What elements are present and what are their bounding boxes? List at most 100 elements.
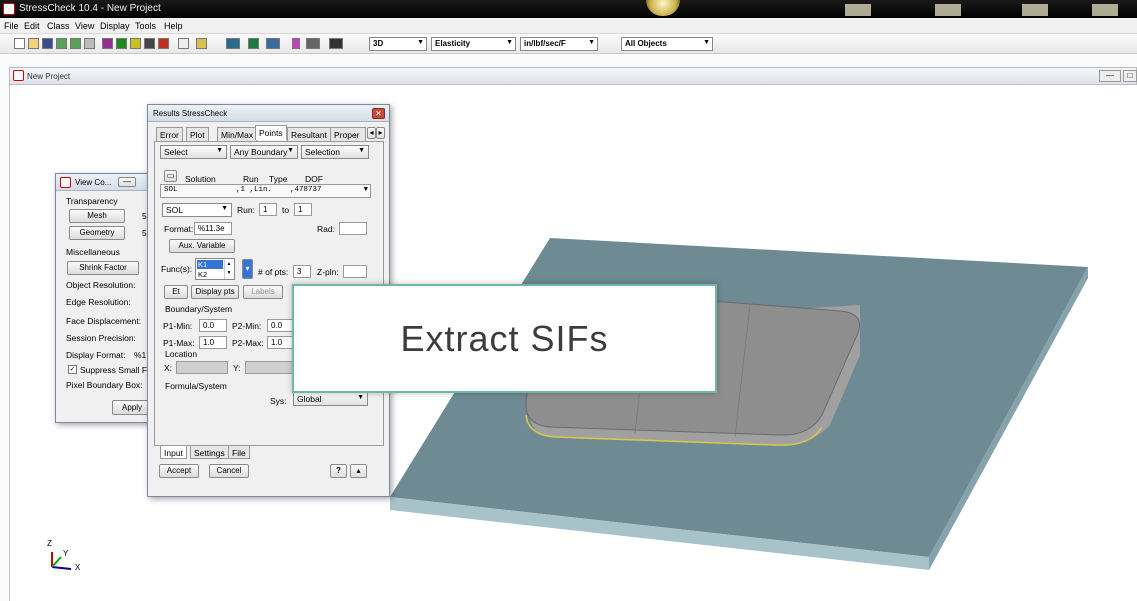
display-format-value[interactable]: %1 [134,350,146,360]
background-window-ghost [935,4,961,16]
p2max-field[interactable]: 1.0 [267,336,295,349]
view-controls-minimize[interactable]: — [118,177,136,187]
funcs-dropdown-button[interactable]: ▾ [242,259,253,279]
num-pts-label: # of pts: [258,267,288,277]
units-select[interactable]: in/lbf/sec/F▼ [520,37,598,51]
select-dropdown[interactable]: Select▼ [160,145,227,159]
sys-dropdown[interactable]: Global▼ [293,392,368,406]
plot-icon[interactable] [306,38,320,49]
objects-select[interactable]: All Objects▼ [621,37,713,51]
menu-display[interactable]: Display [100,21,130,31]
toolbar: 3D▼ Elasticity▼ in/lbf/sec/F▼ All Object… [0,34,1137,54]
p1max-field[interactable]: 1.0 [199,336,227,349]
background-window-ghost [1092,4,1118,16]
project-window-bar: New Project — □ [9,67,1137,85]
camera-icon[interactable] [329,38,343,49]
labels-button[interactable]: Labels [243,285,283,299]
tab-properties[interactable]: Proper [330,127,366,141]
help-bulb-icon[interactable] [196,38,207,49]
format-field[interactable]: %11.3e [194,222,232,235]
menu-class[interactable]: Class [47,21,70,31]
tab-min-max[interactable]: Min/Max [217,127,257,141]
num-pts-field[interactable]: 3 [293,265,311,278]
tab-settings-bottom[interactable]: Settings [190,446,229,459]
tab-plot[interactable]: Plot [186,127,209,141]
background-window-ghost [1022,4,1048,16]
edge-resolution-label: Edge Resolution: [66,297,131,307]
cancel-button[interactable]: Cancel [209,464,249,478]
import-icon[interactable] [56,38,67,49]
tab-scroll-right[interactable]: ▸ [376,127,385,139]
print-icon[interactable] [84,38,95,49]
view-mode-select[interactable]: 3D▼ [369,37,427,51]
apply-button[interactable]: Apply [112,400,152,415]
tab-points[interactable]: Points [255,125,287,140]
mesh-icon[interactable] [116,38,127,49]
menu-view[interactable]: View [75,21,94,31]
list-toggle-icon[interactable]: ▭ [164,170,177,182]
funcs-scrollbar[interactable]: ▲▼ [224,260,233,279]
model-icon[interactable] [102,38,113,49]
solution-list-row[interactable]: SOL ,1 ,Lin. ,478737▼ [160,184,371,198]
rad-field[interactable] [339,222,367,235]
pixel-boundary-label: Pixel Boundary Box: [66,380,143,390]
menu-help[interactable]: Help [164,21,183,31]
new-file-icon[interactable] [14,38,25,49]
mesh-button[interactable]: Mesh [69,209,125,223]
et-button[interactable]: Et [164,285,188,299]
results-close-button[interactable]: ✕ [372,108,385,119]
geometry-button[interactable]: Geometry [69,226,125,240]
col-type: Type [269,174,287,184]
suppress-small-checkbox[interactable]: ✓ [68,365,77,374]
p1min-field[interactable]: 0.0 [199,319,227,332]
run-from-field[interactable]: 1 [259,203,277,216]
boundary-dropdown[interactable]: Any Boundary▼ [230,145,298,159]
tab-input[interactable]: Input [160,446,187,459]
x-field[interactable] [176,361,228,374]
view-orient-icon[interactable] [266,38,280,49]
expand-button[interactable]: ▴ [350,464,367,478]
tab-scroll-left[interactable]: ◂ [367,127,376,139]
analysis-select[interactable]: Elasticity▼ [431,37,516,51]
p2max-label: P2-Max: [232,338,264,348]
shrink-factor-button[interactable]: Shrink Factor [67,261,139,275]
object-resolution-label: Object Resolution: [66,280,135,290]
func-item-k2[interactable]: K2 [197,270,223,279]
probe-icon[interactable] [292,38,300,49]
tab-resultant[interactable]: Resultant [287,127,331,141]
solve-icon[interactable] [144,38,155,49]
sys-label: Sys: [270,396,287,406]
dimension-icon[interactable] [248,38,259,49]
tab-error[interactable]: Error [156,127,183,141]
menu-file[interactable]: File [4,21,19,31]
transparency-label: Transparency [66,196,118,206]
load-icon[interactable] [130,38,141,49]
save-icon[interactable] [42,38,53,49]
sol-dropdown[interactable]: SOL▼ [162,203,232,217]
open-folder-icon[interactable] [28,38,39,49]
report-icon[interactable] [178,38,189,49]
minimize-button[interactable]: — [1099,70,1121,82]
location-label: Location [165,349,197,359]
maximize-button[interactable]: □ [1123,70,1137,82]
results-title: Results StressCheck [153,109,227,118]
tab-file[interactable]: File [228,446,250,459]
display-mode-icon[interactable] [226,38,240,49]
func-item-k1[interactable]: K1 [197,260,223,269]
aux-variable-button[interactable]: Aux. Variable [169,239,235,253]
selection-dropdown[interactable]: Selection▼ [301,145,369,159]
p2min-field[interactable]: 0.0 [267,319,295,332]
results-icon[interactable] [158,38,169,49]
run-to-field[interactable]: 1 [294,203,312,216]
export-icon[interactable] [70,38,81,49]
funcs-listbox[interactable]: K1 K2 ▲▼ [195,258,235,280]
menu-edit[interactable]: Edit [24,21,40,31]
results-caption: Results StressCheck ✕ [148,105,389,122]
zpln-field[interactable] [343,265,367,278]
display-pts-button[interactable]: Display pts [191,285,239,299]
p1min-label: P1-Min: [163,321,192,331]
menu-tools[interactable]: Tools [135,21,156,31]
accept-button[interactable]: Accept [159,464,199,478]
y-field[interactable] [245,361,295,374]
help-button[interactable]: ? [330,464,347,478]
